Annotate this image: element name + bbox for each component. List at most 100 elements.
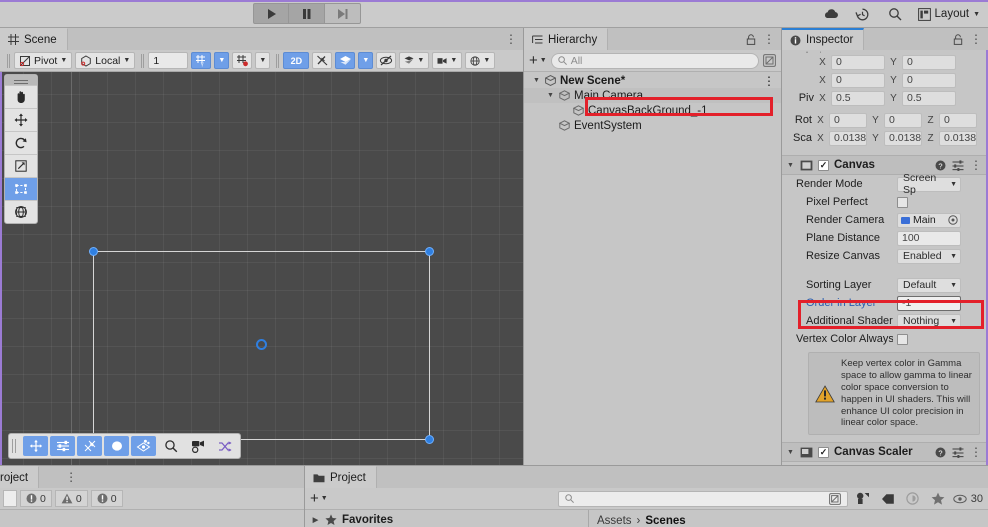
scale-tool-button[interactable] [5, 154, 37, 177]
grid-snap-toggle[interactable]: Y [191, 52, 212, 69]
move-tool-button[interactable] [5, 108, 37, 131]
hierarchy-row-eventsystem[interactable]: EventSystem [524, 118, 781, 133]
canvas-component-header[interactable]: ▼ ✓ Canvas ? ⋮ [782, 155, 988, 175]
hidden-objects-toggle[interactable] [376, 52, 397, 69]
expand-triangle-icon[interactable]: ▼ [532, 77, 541, 84]
console-clear-button[interactable] [3, 490, 17, 507]
expand-triangle-icon[interactable]: ▼ [786, 162, 795, 169]
audio-dropdown[interactable]: ▼ [358, 52, 374, 69]
anchor-min-y-input[interactable]: 0 [902, 54, 956, 70]
rotation-y-input[interactable]: 0 [884, 112, 922, 128]
console-warning-badge[interactable]: 0 [54, 490, 88, 507]
filter-by-label-icon[interactable] [878, 490, 898, 507]
scene-row-menu-icon[interactable]: ⋮ [763, 75, 775, 87]
step-button[interactable] [325, 3, 361, 24]
play-button[interactable] [253, 3, 289, 24]
favorites-star-icon[interactable] [928, 490, 948, 507]
pixel-perfect-checkbox[interactable] [897, 196, 908, 208]
rotation-x-input[interactable]: 0 [829, 112, 867, 128]
scene-viewport[interactable] [0, 72, 523, 465]
project-add-button[interactable]: + ▼ [310, 491, 328, 506]
transform-tool-button[interactable] [5, 200, 37, 223]
cloud-icon[interactable] [822, 5, 840, 23]
layout-dropdown[interactable]: Layout ▼ [917, 7, 980, 21]
add-gameobject-button[interactable]: + ▼ [529, 53, 547, 68]
console-menu-icon[interactable]: ⋮ [65, 471, 77, 483]
pivot-dropdown[interactable]: Pivot ▼ [14, 52, 73, 69]
project-row-favorites[interactable]: ▶ Favorites [305, 512, 588, 527]
tab-hierarchy[interactable]: Hierarchy [524, 28, 609, 50]
scene-menu-icon[interactable]: ⋮ [505, 33, 517, 45]
move-gizmo-button[interactable] [23, 436, 48, 456]
sorting-layer-dropdown[interactable]: Default ▼ [897, 277, 961, 293]
local-dropdown[interactable]: Local ▼ [75, 52, 136, 69]
audio-toggle[interactable] [335, 52, 356, 69]
shuffle-gizmo-button[interactable] [212, 436, 237, 456]
scale-x-input[interactable]: 0.0138 [829, 130, 867, 146]
additional-shader-dropdown[interactable]: Nothing ▼ [897, 313, 961, 329]
project-popout-icon[interactable] [828, 492, 841, 505]
vertex-color-checkbox[interactable] [897, 333, 908, 345]
console-info-badge[interactable]: 0 [90, 490, 123, 507]
expand-triangle-icon[interactable]: ▼ [546, 92, 555, 99]
hierarchy-row-main-camera[interactable]: ▼ Main Camera [524, 88, 781, 103]
inspector-content[interactable]: Anchors X 0 Y 0 X 0 Y 0 Piv X [782, 50, 988, 465]
resize-handle-top-right[interactable] [425, 247, 434, 256]
help-icon[interactable]: ? [935, 160, 946, 171]
order-in-layer-input[interactable]: -1 [897, 295, 961, 311]
palette-drag-handle[interactable] [5, 75, 37, 85]
rotation-z-input[interactable]: 0 [939, 112, 977, 128]
hierarchy-tree[interactable]: ▼ New Scene* ⋮ ▼ Main Camera CanvasBackG… [524, 72, 781, 465]
filter-by-asset-icon[interactable] [903, 490, 923, 507]
render-camera-field[interactable]: Main [897, 212, 961, 228]
anchor-min-x-input[interactable]: 0 [831, 54, 885, 70]
filter-by-type-icon[interactable] [853, 490, 873, 507]
tab-inspector[interactable]: Inspector [782, 28, 865, 50]
render-mode-dropdown[interactable]: Screen Sp ▼ [897, 172, 961, 196]
resize-handle-top-left[interactable] [89, 247, 98, 256]
tab-project[interactable]: Project [305, 466, 377, 488]
hierarchy-popout-icon[interactable] [763, 54, 776, 67]
anchor-max-x-input[interactable]: 0 [831, 72, 885, 88]
tab-scene[interactable]: Scene [0, 28, 68, 50]
pivot-y-input[interactable]: 0.5 [902, 90, 956, 106]
breadcrumb-scenes[interactable]: Scenes [645, 515, 685, 527]
collider-gizmo-button[interactable] [131, 436, 156, 456]
lock-icon[interactable] [953, 33, 963, 45]
expand-triangle-icon[interactable]: ▼ [786, 449, 795, 456]
overlay-drag-handle[interactable] [12, 439, 19, 453]
canvas-scaler-menu-icon[interactable]: ⋮ [970, 446, 982, 458]
scale-y-input[interactable]: 0.0138 [884, 130, 922, 146]
thumbnail-size-slider[interactable]: 30 [953, 490, 983, 507]
sprite-gizmo-button[interactable] [104, 436, 129, 456]
snap-dropdown[interactable]: ▼ [255, 52, 271, 69]
scene-camera-dropdown[interactable]: ▼ [432, 52, 463, 69]
hierarchy-search-input[interactable]: All [550, 52, 759, 69]
toggle-2d[interactable]: 2D [283, 52, 310, 69]
pivot-x-input[interactable]: 0.5 [831, 90, 885, 106]
canvas-scaler-enabled-checkbox[interactable]: ✓ [818, 446, 829, 458]
grid-dropdown[interactable]: ▼ [214, 52, 230, 69]
breadcrumb-assets[interactable]: Assets [597, 515, 632, 527]
inspector-menu-icon[interactable]: ⋮ [970, 33, 982, 45]
sliders-gizmo-button[interactable] [50, 436, 75, 456]
project-search-input[interactable] [557, 490, 848, 507]
rotate-tool-button[interactable] [5, 131, 37, 154]
search-gizmo-button[interactable] [158, 436, 183, 456]
hierarchy-row-scene[interactable]: ▼ New Scene* ⋮ [524, 73, 781, 88]
lighting-toggle[interactable] [312, 52, 333, 69]
search-icon[interactable] [886, 5, 904, 23]
expand-triangle-icon[interactable]: ▶ [311, 516, 320, 524]
anchor-max-y-input[interactable]: 0 [902, 72, 956, 88]
canvas-enabled-checkbox[interactable]: ✓ [818, 159, 829, 171]
light-gizmo-button[interactable] [77, 436, 102, 456]
gizmos-dropdown[interactable]: ▼ [465, 52, 496, 69]
console-error-badge[interactable]: 0 [20, 490, 52, 507]
snap-value-input[interactable]: 1 [148, 52, 189, 69]
resize-canvas-dropdown[interactable]: Enabled ▼ [897, 248, 961, 264]
hand-tool-button[interactable] [5, 85, 37, 108]
lock-icon[interactable] [746, 33, 756, 45]
hierarchy-row-canvas-background[interactable]: CanvasBackGround_-1 [524, 103, 781, 118]
help-icon[interactable]: ? [935, 447, 946, 458]
canvas-scaler-component-header[interactable]: ▼ ✓ Canvas Scaler ? ⋮ [782, 442, 988, 463]
